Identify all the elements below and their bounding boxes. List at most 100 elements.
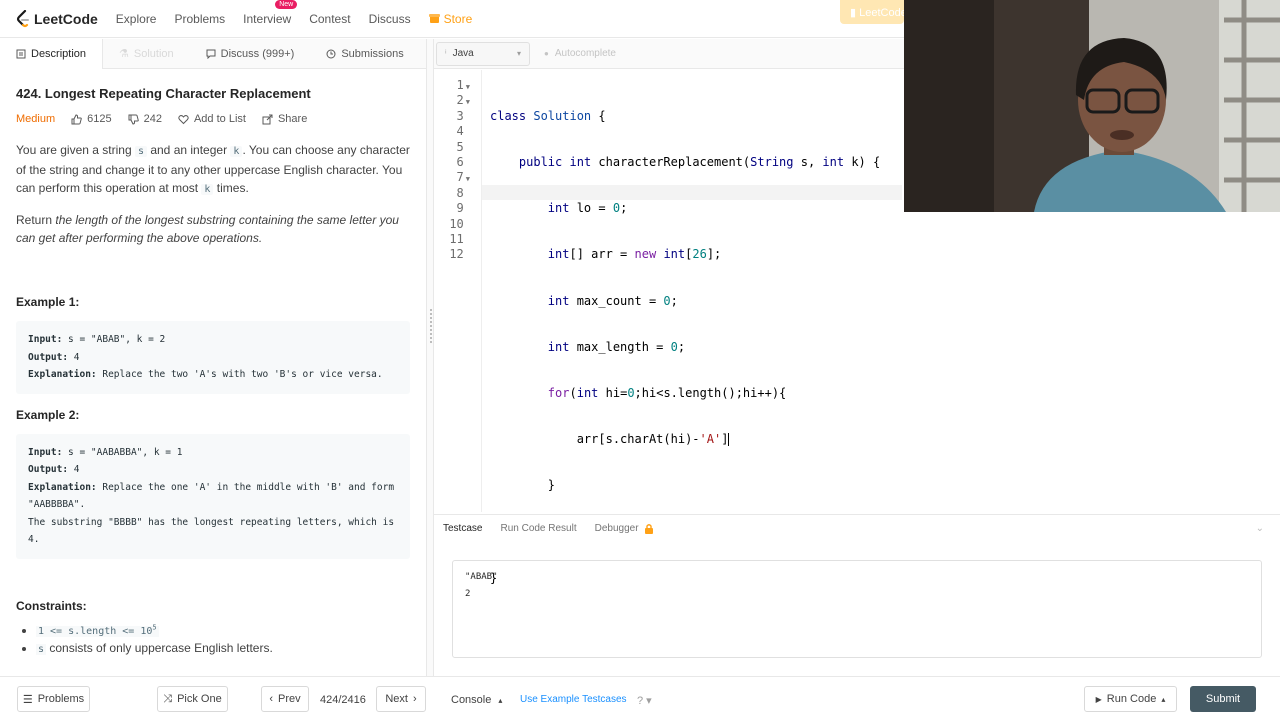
gutter-separator: [481, 70, 482, 512]
tab-testcase[interactable]: Testcase: [434, 523, 491, 534]
tab-debugger-label: Debugger: [594, 523, 639, 534]
input-label: Input:: [28, 334, 63, 345]
nav-discuss[interactable]: Discuss: [369, 12, 411, 26]
prev-button[interactable]: ‹ Prev: [261, 686, 309, 712]
nav-interview-label: Interview: [243, 11, 292, 26]
constraint-code-text: 1 <= s.length <= 10: [38, 625, 153, 637]
add-to-list-label: Add to List: [193, 113, 246, 125]
constraints-list: 1 <= s.length <= 105 s consists of only …: [16, 623, 410, 655]
dislike-button[interactable]: 242: [128, 113, 162, 125]
thumbs-down-icon: [128, 114, 139, 125]
panel-resizer[interactable]: [426, 39, 434, 676]
constraints-title: Constraints:: [16, 598, 87, 613]
like-button[interactable]: 6125: [71, 113, 112, 125]
tab-debugger[interactable]: Debugger: [586, 523, 663, 534]
nav-store[interactable]: Store: [428, 12, 472, 26]
dislikes-count: 242: [143, 113, 162, 125]
run-code-button[interactable]: ▶ Run Code ▴: [1084, 686, 1177, 712]
output-value: 4: [68, 351, 80, 363]
add-to-list-button[interactable]: Add to List: [178, 113, 246, 125]
testcase-line: 2: [465, 589, 471, 599]
autocomplete-toggle[interactable]: ● Autocomplete: [544, 48, 616, 59]
fold-arrow-icon[interactable]: ▼: [466, 83, 470, 91]
editor-toolbar: ⁱ Java ▾ ● Autocomplete: [434, 39, 904, 69]
tab-submissions-label: Submissions: [341, 47, 404, 60]
line-number: 12▼: [449, 247, 464, 262]
next-label: Next: [385, 693, 408, 705]
autocomplete-label: Autocomplete: [554, 48, 616, 59]
nav-interview[interactable]: Interview New: [243, 0, 298, 26]
help-icon[interactable]: ? ▾: [637, 694, 652, 707]
fold-arrow-icon[interactable]: ▼: [466, 175, 470, 183]
code-line: arr[s.charAt(hi)-'A']: [490, 432, 730, 447]
inline-code: s: [134, 146, 147, 157]
line-number: 7 ▼: [456, 170, 470, 185]
caret-up-icon: ▴: [1161, 694, 1166, 704]
output-label: Output:: [28, 464, 69, 475]
constraint-text: consists of only uppercase English lette…: [46, 640, 273, 655]
tab-submissions[interactable]: Submissions: [310, 39, 419, 69]
autocomplete-dot-icon: ●: [544, 49, 549, 58]
output-label: Output:: [28, 351, 69, 363]
input-label: Input:: [28, 446, 63, 458]
console-toggle[interactable]: Console ▴: [451, 694, 502, 706]
premium-label: LeetCode: [859, 7, 904, 19]
explanation-label: Explanation:: [28, 481, 97, 493]
problem-title: 424. Longest Repeating Character Replace…: [16, 86, 311, 101]
use-example-testcases-link[interactable]: Use Example Testcases: [520, 694, 627, 705]
console-label: Console: [451, 694, 492, 706]
code-line: }: [490, 478, 556, 493]
line-number: 2 ▼: [456, 93, 470, 108]
line-number: 9▼: [456, 201, 464, 216]
nav-contest[interactable]: Contest: [309, 12, 350, 26]
tab-solution[interactable]: ⚗ Solution: [103, 39, 190, 69]
line-number: 5▼: [456, 139, 464, 154]
fold-arrow-icon[interactable]: ▼: [466, 98, 470, 106]
example-1-title: Example 1:: [16, 295, 80, 309]
line-number: 3▼: [456, 108, 464, 123]
difficulty-badge: Medium: [16, 113, 56, 125]
premium-button[interactable]: ▮ LeetCode: [840, 0, 904, 24]
problem-tabs: Description ⚗ Solution Discuss (999+) Su…: [0, 38, 426, 69]
nav-explore[interactable]: Explore: [116, 12, 157, 26]
example-2-title: Example 2:: [16, 407, 80, 422]
brand-name: LeetCode: [34, 10, 98, 27]
code-line: for(int hi=0;hi<s.length();hi++){: [547, 386, 787, 401]
problem-statement: You are given a string s and an integer …: [16, 141, 410, 199]
lock-icon: [644, 524, 653, 534]
pick-one-label: Pick One: [177, 693, 222, 705]
tab-run-code-result[interactable]: Run Code Result: [491, 523, 585, 534]
line-number: 8▼: [456, 185, 464, 200]
tab-discuss[interactable]: Discuss (999+): [190, 39, 311, 69]
leetcode-logo[interactable]: LeetCode: [16, 9, 98, 28]
line-number: 10▼: [449, 216, 464, 231]
prev-label: Prev: [278, 693, 301, 705]
language-select[interactable]: ⁱ Java ▾: [436, 41, 530, 66]
console-tabs: Testcase Run Code Result Debugger ⌄: [434, 514, 1280, 542]
nav-problems[interactable]: Problems: [174, 12, 225, 26]
discuss-icon: [206, 49, 216, 59]
line-number: 6▼: [456, 154, 464, 169]
line-number: 11▼: [449, 231, 464, 246]
next-button[interactable]: Next ›: [376, 686, 426, 712]
inline-code: k: [230, 146, 243, 157]
statement-text: times.: [213, 181, 249, 195]
webcam-overlay: [904, 0, 1280, 212]
pick-one-button[interactable]: ⤨ Pick One: [157, 686, 228, 712]
collapse-console-icon[interactable]: ⌄: [1256, 523, 1264, 534]
play-icon: ▶: [1095, 694, 1102, 704]
testcase-input[interactable]: "ABAB" 2: [452, 560, 1262, 658]
solution-icon: ⚗: [119, 48, 129, 60]
webcam-video-image: [904, 0, 1280, 212]
submit-button[interactable]: Submit: [1190, 686, 1256, 712]
problems-list-button[interactable]: ☰ Problems: [17, 686, 90, 712]
code-line: int lo = 0;: [547, 201, 628, 216]
resize-grip-icon: [430, 309, 432, 343]
code-line: public int characterReplacement(String s…: [518, 155, 881, 170]
share-button[interactable]: Share: [262, 113, 307, 125]
text-cursor: [728, 433, 730, 447]
list-icon: ☰: [22, 693, 33, 706]
language-info-icon: ⁱ: [445, 48, 447, 58]
code-line: int max_count = 0;: [547, 293, 678, 308]
tab-description[interactable]: Description: [0, 38, 104, 69]
